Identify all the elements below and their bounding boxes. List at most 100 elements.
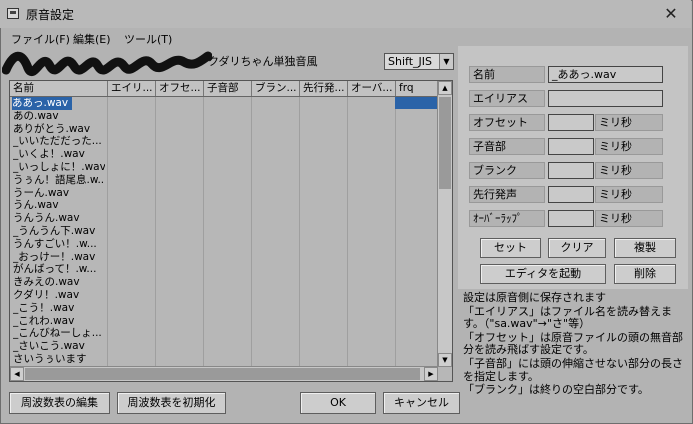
list-item[interactable]: うん.wav (10, 199, 438, 212)
alias-field[interactable] (548, 90, 663, 107)
blank-label: ブランク (469, 162, 545, 179)
blank-field[interactable] (548, 162, 594, 179)
list-item[interactable]: _これわ.wav (10, 315, 438, 328)
list-header: 名前 エイリ... オフセ... 子音部 ブラン... 先行発... オーバ..… (10, 81, 438, 97)
chevron-down-icon[interactable]: ▼ (439, 54, 453, 69)
launch-editor-button[interactable]: エディタを起動 (480, 264, 606, 284)
list-rows: ああっ.wav あの.wav ありがとう.wav _いいただだった... _いくよ！.w… (10, 97, 438, 366)
col-name[interactable]: 名前 (10, 81, 108, 96)
list-item-name: _さいこう.wav (13, 340, 85, 353)
window-title: 原音設定 (26, 8, 75, 22)
blank-unit: ミリ秒 (595, 162, 663, 179)
help-text: 設定は原音側に保存されます 「エイリアス」はファイル名を読み替えます。（"sa.… (463, 291, 687, 420)
init-frequency-table-button[interactable]: 周波数表を初期化 (117, 392, 226, 414)
name-label: 名前 (469, 66, 545, 83)
list-item[interactable]: きみえの.wav (10, 276, 438, 289)
list-item[interactable]: うんうん.wav (10, 212, 438, 225)
preutterance-label: 先行発声 (469, 186, 545, 203)
scroll-right-icon[interactable]: ▶ (424, 367, 438, 381)
list-item-name: うんうん.wav (13, 212, 80, 225)
list-item[interactable]: _おっけー！.wav (10, 251, 438, 264)
delete-button[interactable]: 削除 (614, 264, 676, 284)
encoding-value: Shift_JIS (388, 55, 432, 68)
list-item-name: うーん.wav (13, 186, 70, 199)
list-item[interactable]: _こんびねーしょ... (10, 327, 438, 340)
scroll-up-icon[interactable]: ▲ (438, 81, 452, 95)
list-item[interactable]: うんすごい！.w... (10, 238, 438, 251)
redaction-scribble (2, 51, 212, 77)
list-item-name: _うんうん下.wav (13, 224, 96, 237)
consonant-label: 子音部 (469, 138, 545, 155)
overlap-field[interactable] (548, 210, 594, 227)
list-item-name: _こんびねーしょ... (13, 327, 102, 340)
list-item[interactable]: あの.wav (10, 110, 438, 123)
help-line: 「ブランク」は終りの空白部分です。 (463, 383, 649, 397)
list-item-name: _いいただだった... (13, 135, 102, 148)
list-item-name: _いっしょに！.wav (13, 160, 105, 173)
scroll-thumb[interactable] (439, 97, 451, 189)
title-bar (0, 0, 691, 28)
preutterance-field[interactable] (548, 186, 594, 203)
list-item-name: うんすごい！.w... (13, 237, 97, 250)
edit-frequency-table-button[interactable]: 周波数表の編集 (9, 392, 110, 414)
list-item-name: _おっけー！.wav (13, 250, 96, 263)
list-item[interactable]: _さいこう.wav (10, 340, 438, 353)
col-offset[interactable]: オフセ... (156, 81, 204, 96)
list-item[interactable]: がんばって！.w... (10, 263, 438, 276)
clear-button[interactable]: クリア (548, 238, 606, 258)
oto-list[interactable]: 名前 エイリ... オフセ... 子音部 ブラン... 先行発... オーバ..… (9, 80, 453, 382)
cancel-button[interactable]: キャンセル (383, 392, 460, 414)
col-blank[interactable]: ブラン... (252, 81, 300, 96)
overlap-unit: ミリ秒 (595, 210, 663, 227)
list-item-name: _いくよ！.wav (13, 148, 85, 161)
list-item[interactable]: うぅん！語尾息.w... (10, 174, 438, 187)
list-item-name: あの.wav (13, 109, 59, 122)
preutterance-unit: ミリ秒 (595, 186, 663, 203)
list-item[interactable]: ありがとう.wav (10, 123, 438, 136)
help-line: 「エイリアス」はファイル名を読み替えます。（"sa.wav"→"さ"等） (463, 304, 672, 331)
name-field[interactable]: _ああっ.wav (548, 66, 663, 83)
list-item[interactable]: _こう！.wav (10, 302, 438, 315)
list-item[interactable]: うーん.wav (10, 187, 438, 200)
overlap-label: ｵｰﾊﾞｰﾗｯﾌﾟ (469, 210, 545, 227)
col-overlap[interactable]: オーバ... (348, 81, 396, 96)
list-item-name: _こう！.wav (13, 301, 75, 314)
encoding-select[interactable]: Shift_JIS ▼ (384, 53, 454, 70)
duplicate-button[interactable]: 複製 (614, 238, 676, 258)
col-preutterance[interactable]: 先行発... (300, 81, 348, 96)
col-consonant[interactable]: 子音部 (204, 81, 252, 96)
list-item-name: うん.wav (13, 199, 59, 212)
list-item-name: クダリ！.wav (13, 288, 80, 301)
voice-name-label: クダリちゃん単独音風 (208, 55, 318, 68)
help-line: 「オフセット」は原音ファイルの頭の無音部分を読み飛ばす設定です。 (463, 330, 683, 357)
list-item[interactable]: _いいただだった... (10, 135, 438, 148)
app-icon (7, 8, 19, 19)
list-item-name: ありがとう.wav (13, 122, 91, 135)
list-item-name: _これわ.wav (13, 314, 75, 327)
ok-button[interactable]: OK (300, 392, 376, 414)
vertical-scrollbar[interactable]: ▲ ▼ (437, 81, 452, 367)
list-item-name: さいうぅいます (13, 352, 87, 365)
offset-unit: ミリ秒 (595, 114, 663, 131)
col-frq[interactable]: frq (396, 81, 438, 96)
consonant-field[interactable] (548, 138, 594, 155)
scroll-down-icon[interactable]: ▼ (438, 353, 452, 367)
set-button[interactable]: セット (480, 238, 541, 258)
consonant-unit: ミリ秒 (595, 138, 663, 155)
list-item[interactable]: _いっしょに！.wav (10, 161, 438, 174)
scroll-left-icon[interactable]: ◀ (10, 367, 24, 381)
list-item[interactable]: クダリ！.wav (10, 289, 438, 302)
scroll-thumb[interactable] (25, 368, 420, 380)
list-item-name: ああっ.wav (12, 97, 73, 110)
close-icon[interactable]: ✕ (660, 3, 682, 25)
offset-field[interactable] (548, 114, 594, 131)
horizontal-scrollbar[interactable]: ◀ ▶ (10, 366, 438, 381)
list-item[interactable]: _いくよ！.wav (10, 148, 438, 161)
list-item-name: きみえの.wav (13, 276, 80, 289)
list-item-name: がんばって！.w... (13, 263, 97, 276)
col-alias[interactable]: エイリ... (108, 81, 156, 96)
list-item[interactable]: _うんうん下.wav (10, 225, 438, 238)
list-item[interactable]: ああっ.wav (10, 97, 438, 110)
alias-label: エイリアス (469, 90, 545, 107)
list-item[interactable]: さいうぅいます (10, 353, 438, 366)
